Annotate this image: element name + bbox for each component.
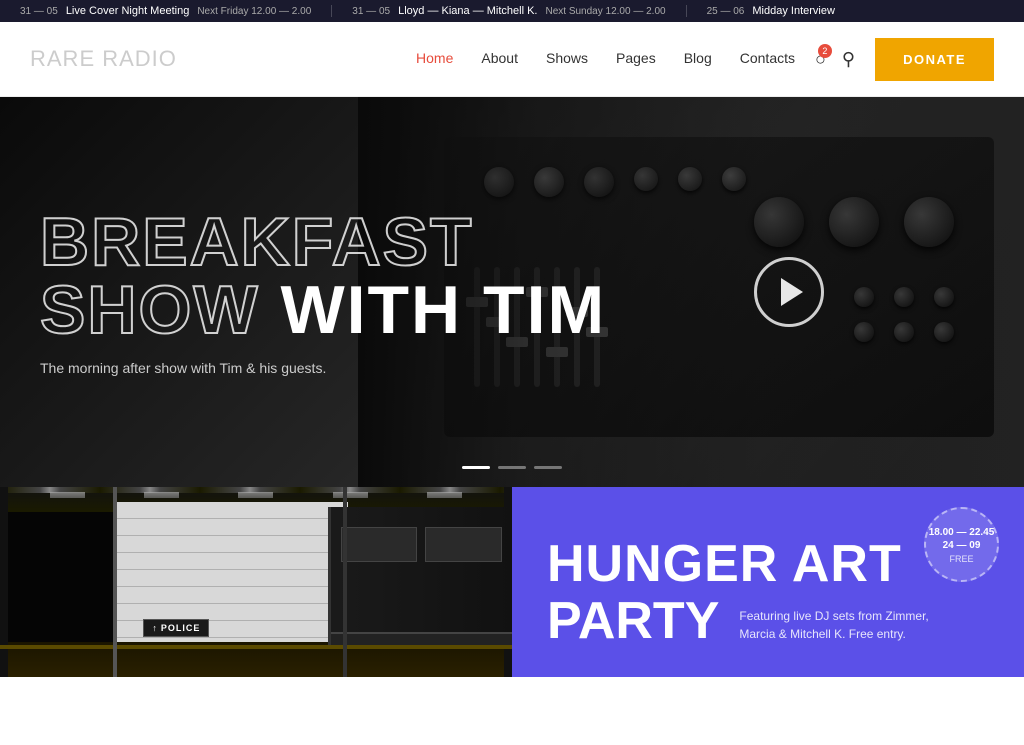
- hero-content: BREAKFASTSHOW WITH TIM The morning after…: [40, 208, 606, 376]
- hero-title-solid: WITH TIM: [260, 272, 607, 348]
- hero-section: BREAKFASTSHOW WITH TIM The morning after…: [0, 97, 1024, 487]
- main-nav: Home About Shows Pages Blog Contacts: [416, 50, 815, 68]
- play-icon: [781, 278, 803, 306]
- nav-link-contacts[interactable]: Contacts: [740, 50, 795, 66]
- ticker-item-2: 31 — 05 Lloyd — Kiana — Mitchell K. Next…: [332, 5, 686, 17]
- event-subtitle-row: PARTY Featuring live DJ sets from Zimmer…: [547, 595, 989, 647]
- ticker-date-2: 31 — 05: [352, 6, 390, 17]
- play-button[interactable]: [754, 257, 824, 327]
- cart-badge: 2: [818, 44, 832, 58]
- nav-item-shows[interactable]: Shows: [546, 50, 588, 68]
- hero-title: BREAKFASTSHOW WITH TIM: [40, 208, 606, 344]
- nav-link-shows[interactable]: Shows: [546, 50, 588, 66]
- police-label: POLICE: [161, 623, 201, 633]
- ticker-item-3: 25 — 06 Midday Interview: [687, 5, 863, 17]
- logo[interactable]: RARE RADIO: [30, 46, 177, 72]
- price-badge: 18.00 — 22.45 24 — 09 FREE: [924, 507, 999, 582]
- ticker-title-1: Live Cover Night Meeting: [66, 5, 190, 17]
- slider-dot-3[interactable]: [534, 466, 562, 469]
- ticker-date-1: 31 — 05: [20, 6, 58, 17]
- police-arrow-icon: ↑: [152, 623, 157, 633]
- ticker-bar: 31 — 05 Live Cover Night Meeting Next Fr…: [0, 0, 1024, 22]
- nav-item-home[interactable]: Home: [416, 50, 453, 68]
- badge-free: FREE: [949, 554, 973, 564]
- slider-dot-1[interactable]: [462, 466, 490, 469]
- ticker-time-1: Next Friday 12.00 — 2.00: [197, 6, 311, 17]
- nav-item-blog[interactable]: Blog: [684, 50, 712, 68]
- logo-bold: RARE: [30, 46, 95, 71]
- ticker-item-1: 31 — 05 Live Cover Night Meeting Next Fr…: [0, 5, 332, 17]
- cart-icon[interactable]: ○ 2: [815, 49, 826, 70]
- ticker-time-2: Next Sunday 12.00 — 2.00: [545, 6, 665, 17]
- slider-dot-2[interactable]: [498, 466, 526, 469]
- nav-link-pages[interactable]: Pages: [616, 50, 656, 66]
- subway-panel: ↑ POLICE: [0, 487, 512, 677]
- nav-link-blog[interactable]: Blog: [684, 50, 712, 66]
- header: RARE RADIO Home About Shows Pages Blog C…: [0, 22, 1024, 97]
- badge-date: 24 — 09: [943, 539, 981, 552]
- header-icons: ○ 2 ⚲: [815, 49, 855, 70]
- ticker-date-3: 25 — 06: [707, 6, 745, 17]
- event-panel: 18.00 — 22.45 24 — 09 FREE HUNGER ART PA…: [512, 487, 1024, 677]
- nav-link-about[interactable]: About: [481, 50, 518, 66]
- nav-item-pages[interactable]: Pages: [616, 50, 656, 68]
- nav-link-home[interactable]: Home: [416, 50, 453, 66]
- event-description: Featuring live DJ sets from Zimmer, Marc…: [739, 607, 939, 647]
- slider-dots: [462, 466, 562, 469]
- nav-item-about[interactable]: About: [481, 50, 518, 68]
- hero-subtitle: The morning after show with Tim & his gu…: [40, 360, 606, 376]
- bottom-section: ↑ POLICE 18.00 — 22.45 24 — 09 FREE HUNG…: [0, 487, 1024, 677]
- badge-time: 18.00 — 22.45: [929, 526, 995, 539]
- event-title-line1: HUNGER ART: [547, 538, 989, 590]
- search-icon[interactable]: ⚲: [842, 49, 855, 70]
- donate-button[interactable]: DONATE: [875, 38, 994, 81]
- event-title-line2: PARTY: [547, 595, 719, 647]
- ticker-title-3: Midday Interview: [752, 5, 835, 17]
- ticker-title-2: Lloyd — Kiana — Mitchell K.: [398, 5, 537, 17]
- logo-light: RADIO: [95, 46, 177, 71]
- nav-item-contacts[interactable]: Contacts: [740, 50, 795, 68]
